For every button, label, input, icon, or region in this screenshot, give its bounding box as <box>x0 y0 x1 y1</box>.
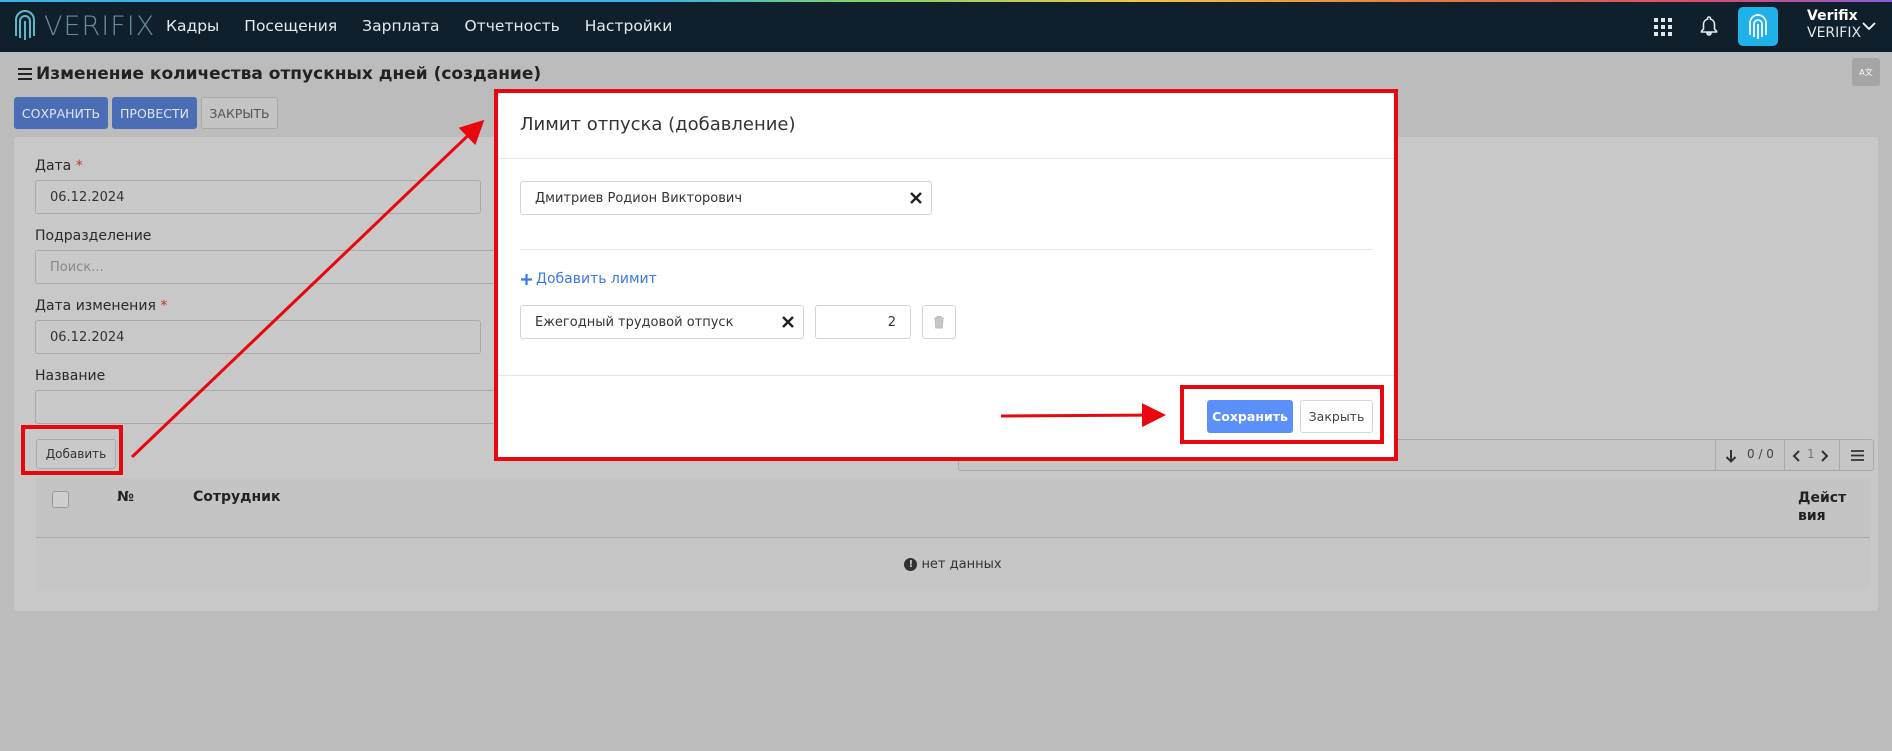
chevron-down-icon[interactable] <box>1862 22 1876 31</box>
language-toggle-icon[interactable]: A文 <box>1852 58 1880 86</box>
nav-item-reports[interactable]: Отчетность <box>465 17 560 35</box>
verifix-logo[interactable]: VERIFIX <box>12 8 155 44</box>
page-number: 1 <box>1807 447 1815 461</box>
menu-burger-icon[interactable] <box>18 68 32 80</box>
annotation-save-close-box <box>1180 385 1384 444</box>
prev-page-icon[interactable] <box>1792 450 1800 462</box>
close-button[interactable]: ЗАКРЫТЬ <box>201 97 278 129</box>
post-button[interactable]: ПРОВЕСТИ <box>112 97 197 129</box>
info-icon: ! <box>904 557 918 571</box>
fingerprint-icon <box>1749 13 1767 39</box>
user-avatar[interactable] <box>1738 7 1778 46</box>
next-page-icon[interactable] <box>1821 450 1829 462</box>
apps-grid-icon[interactable] <box>1654 18 1672 36</box>
nav-item-salary[interactable]: Зарплата <box>362 17 439 35</box>
empty-table-message: ! нет данных <box>36 538 1870 590</box>
change-date-label: Дата изменения * <box>35 298 168 314</box>
pager-count: 0 / 0 <box>1747 447 1774 461</box>
date-field[interactable]: 06.12.2024 <box>35 180 481 214</box>
annotation-add-button-box <box>21 425 123 475</box>
division-search-input[interactable]: Поиск... <box>35 250 497 284</box>
column-employee[interactable]: Сотрудник <box>193 489 280 505</box>
user-name[interactable]: Verifix <box>1807 8 1858 24</box>
column-actions: Действия <box>1798 490 1847 524</box>
notification-bell-icon[interactable] <box>1700 16 1718 40</box>
fingerprint-logo-icon <box>15 10 35 40</box>
nav-item-settings[interactable]: Настройки <box>585 17 673 35</box>
column-settings-icon[interactable] <box>1851 450 1864 461</box>
select-all-checkbox[interactable] <box>52 491 69 508</box>
logo-text: VERIFIX <box>44 10 156 42</box>
name-label: Название <box>35 368 106 384</box>
user-org[interactable]: VERIFIX <box>1807 25 1861 41</box>
nav-item-attendance[interactable]: Посещения <box>244 17 337 35</box>
main-nav: Кадры Посещения Зарплата Отчетность Наст… <box>166 0 697 52</box>
name-field[interactable] <box>35 390 497 424</box>
save-button[interactable]: СОХРАНИТЬ <box>14 97 108 129</box>
page-title: Изменение количества отпускных дней (соз… <box>36 64 542 84</box>
date-label: Дата * <box>35 158 83 174</box>
table-header <box>36 478 1870 538</box>
empty-text: нет данных <box>921 556 1002 572</box>
page-header: Изменение количества отпускных дней (соз… <box>18 62 541 86</box>
sort-down-arrow-icon[interactable] <box>1725 449 1737 463</box>
top-navbar: VERIFIX Кадры Посещения Зарплата Отчетно… <box>0 0 1892 52</box>
change-date-field[interactable]: 06.12.2024 <box>35 320 481 354</box>
division-label: Подразделение <box>35 228 152 244</box>
nav-item-kadry[interactable]: Кадры <box>166 17 219 35</box>
column-number[interactable]: № <box>117 489 134 505</box>
